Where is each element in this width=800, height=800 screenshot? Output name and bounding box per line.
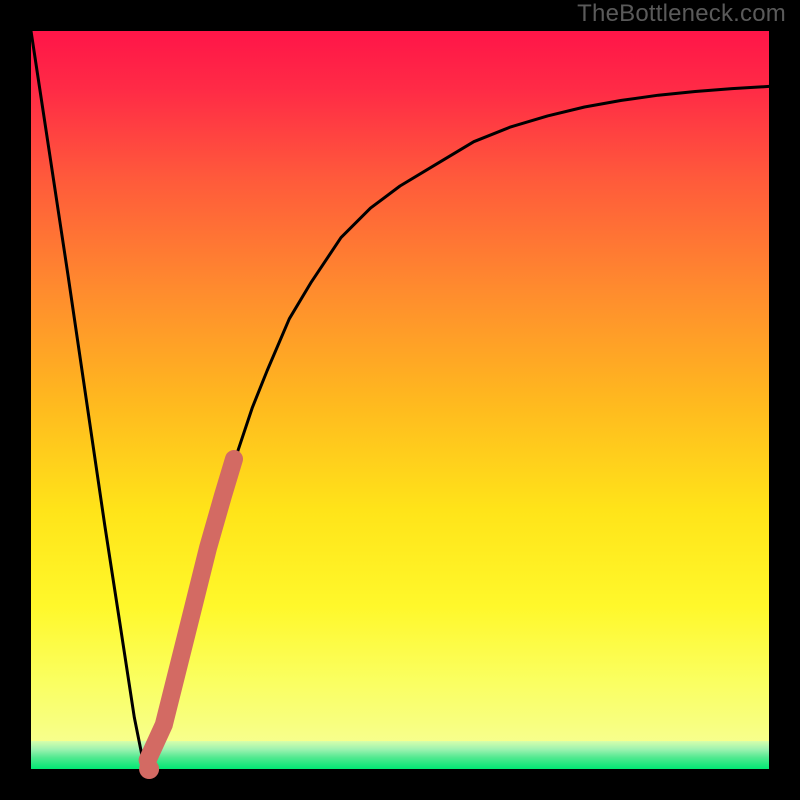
gradient-background bbox=[31, 31, 769, 769]
minimum-marker bbox=[139, 759, 159, 779]
plot-area bbox=[31, 31, 769, 769]
chart-stage: TheBottleneck.com bbox=[0, 0, 800, 800]
watermark-text: TheBottleneck.com bbox=[577, 0, 786, 28]
bottleneck-chart bbox=[0, 0, 800, 800]
